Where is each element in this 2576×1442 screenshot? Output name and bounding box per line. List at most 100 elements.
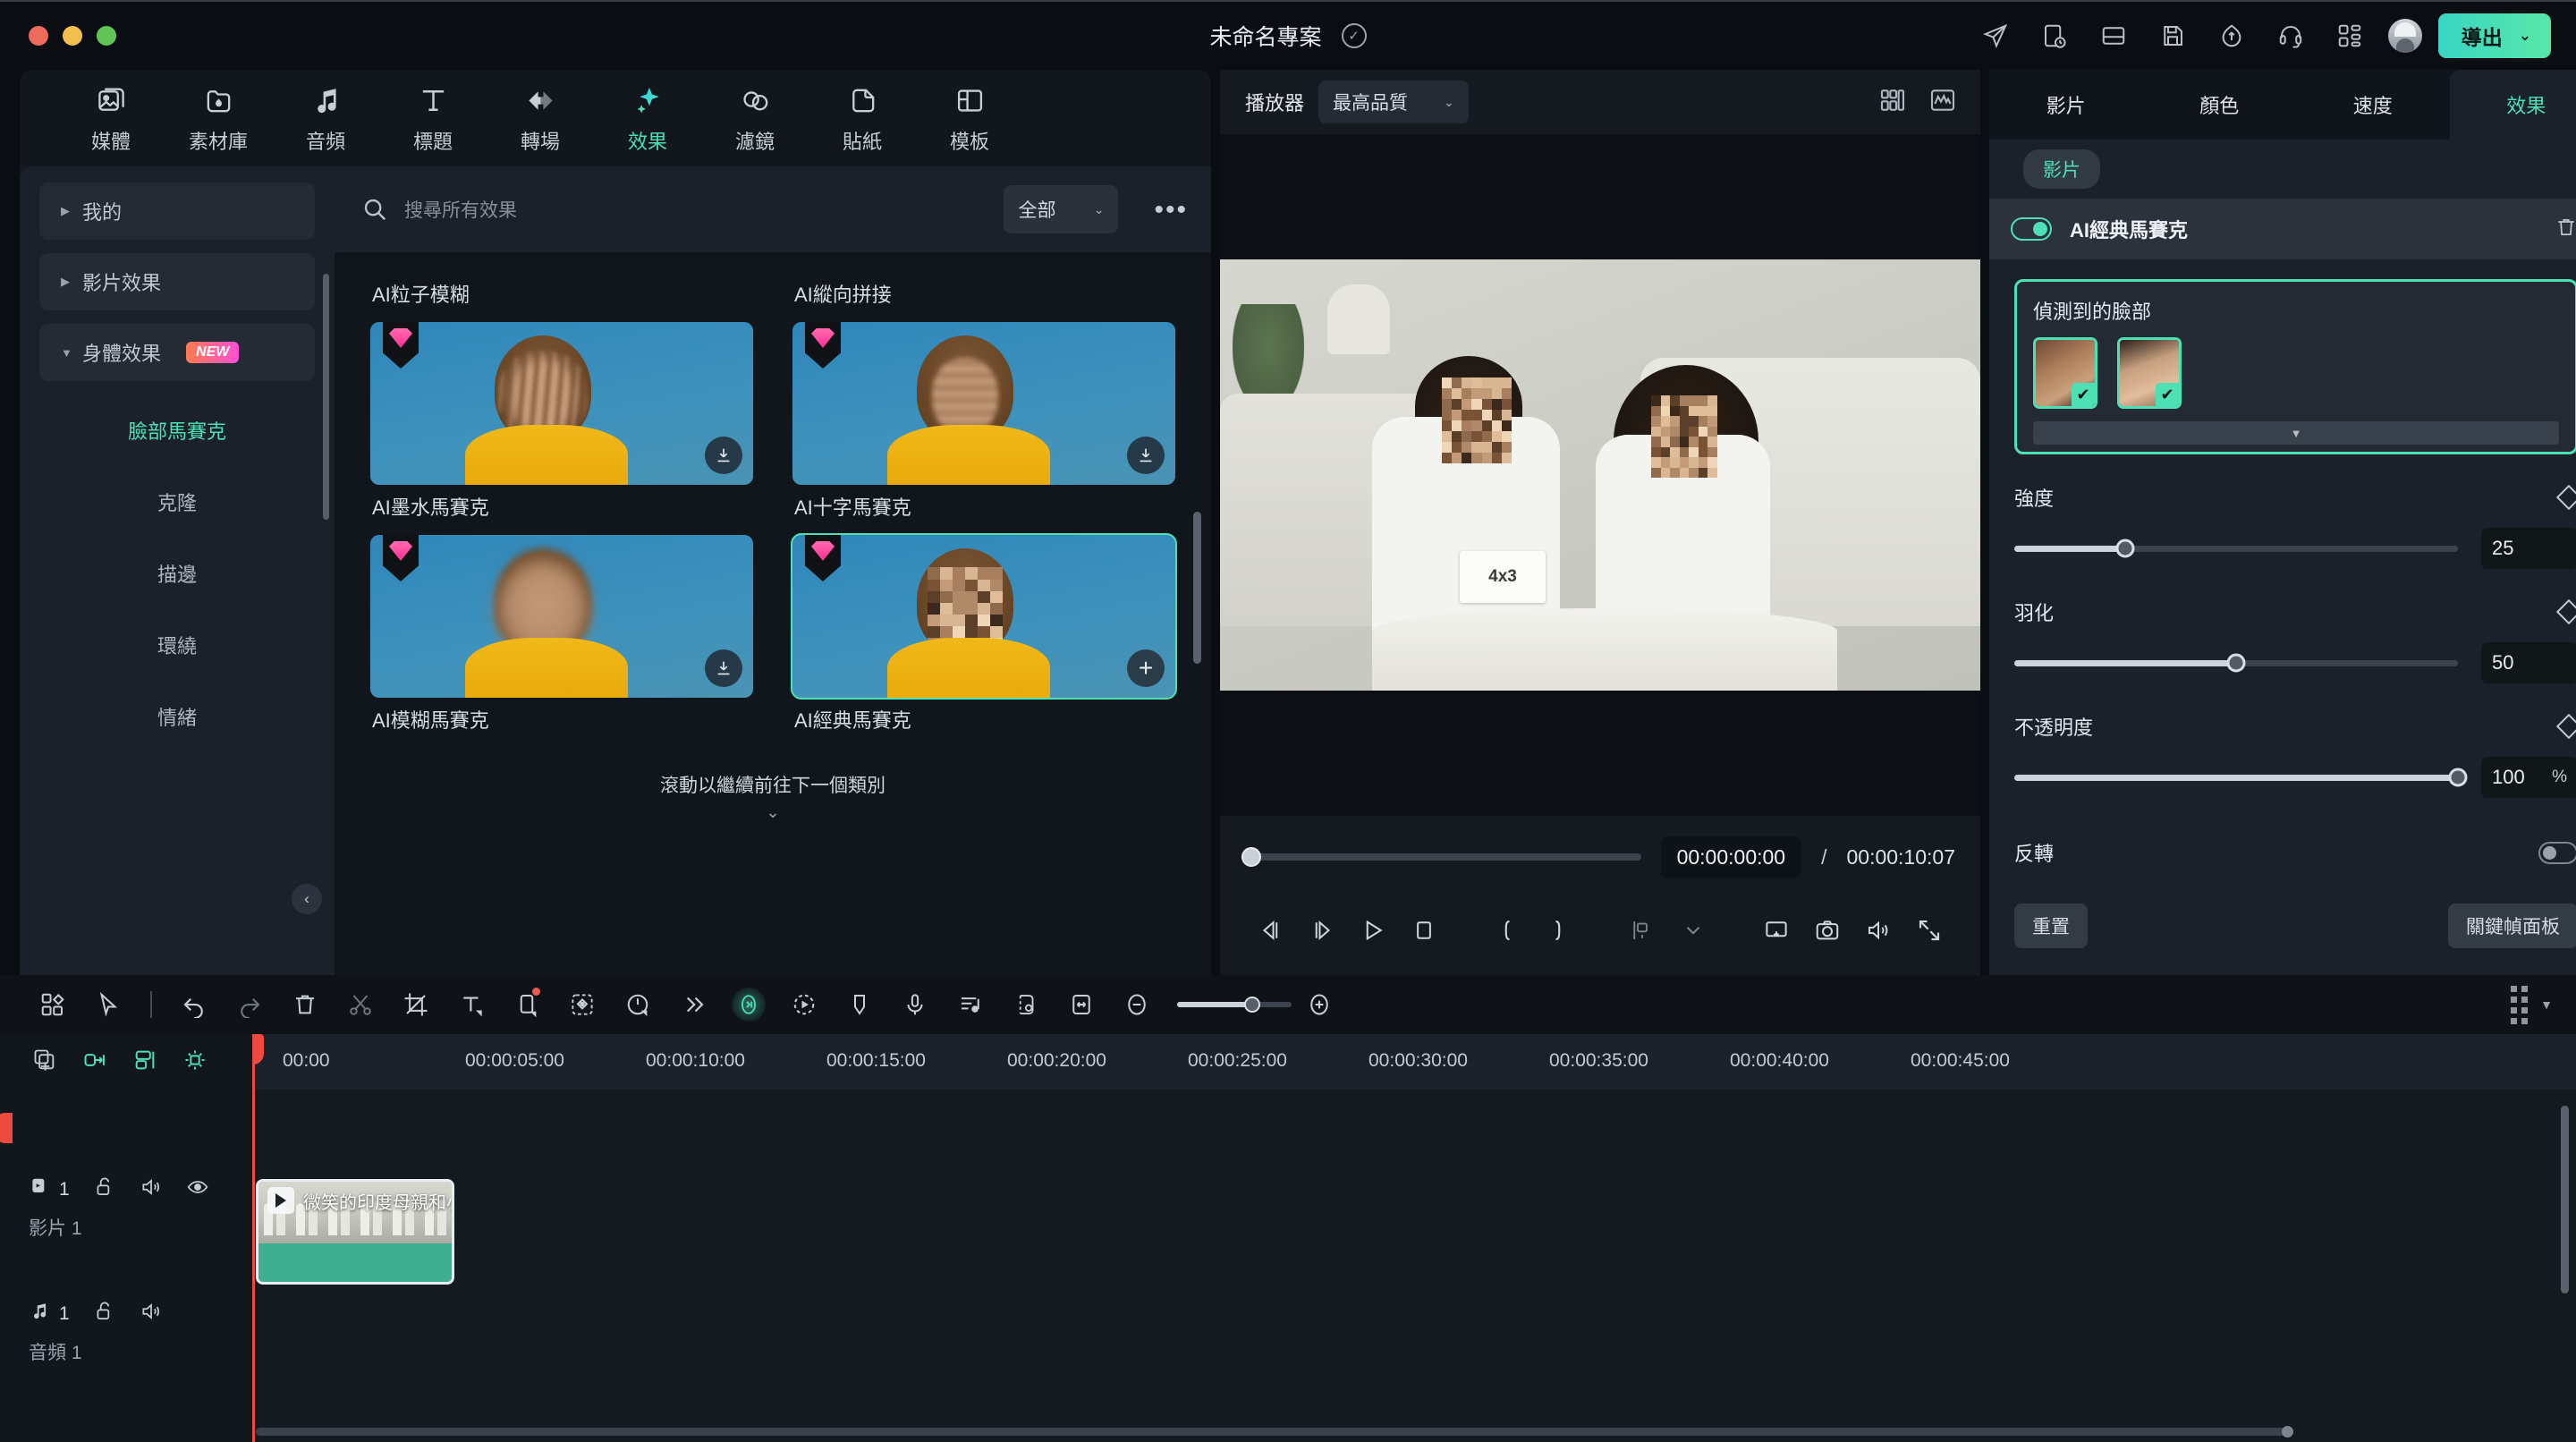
mark-out-icon[interactable] bbox=[1533, 903, 1584, 957]
param-value-input[interactable]: 50 bbox=[2481, 642, 2576, 683]
keyframe-icon[interactable] bbox=[182, 1048, 208, 1077]
category-group-video-effects[interactable]: ▶ 影片效果 bbox=[39, 253, 315, 310]
pop-out-icon[interactable] bbox=[1750, 903, 1801, 957]
text-icon[interactable] bbox=[444, 982, 499, 1027]
window-controls[interactable] bbox=[29, 26, 116, 46]
param-slider[interactable] bbox=[2014, 775, 2458, 781]
nav-tab-audio[interactable]: 音頻 bbox=[272, 82, 379, 155]
grid-view-icon[interactable] bbox=[1878, 86, 1907, 119]
camera-icon[interactable] bbox=[1802, 903, 1853, 957]
chevron-down-icon[interactable]: ▼ bbox=[2033, 421, 2559, 445]
download-effect-button[interactable] bbox=[705, 437, 742, 474]
ai-smart-icon[interactable] bbox=[721, 982, 776, 1027]
effect-card[interactable]: AI十字馬賽克 + bbox=[792, 485, 1175, 698]
scroll-track[interactable] bbox=[256, 1428, 2290, 1436]
tab-color[interactable]: 顏色 bbox=[2143, 70, 2297, 140]
nav-tab-media[interactable]: 媒體 bbox=[57, 82, 165, 155]
next-frame-icon[interactable] bbox=[1296, 903, 1347, 957]
category-group-mine[interactable]: ▶ 我的 bbox=[39, 182, 315, 240]
reset-button[interactable]: 重置 bbox=[2014, 903, 2088, 948]
face-selected-check-icon[interactable]: ✔ bbox=[2072, 383, 2095, 406]
chevron-left-icon[interactable]: ‹ bbox=[292, 884, 322, 914]
zoom-handle[interactable] bbox=[1244, 997, 1260, 1013]
mute-icon[interactable] bbox=[140, 1175, 163, 1203]
zoom-in-icon[interactable] bbox=[1292, 982, 1347, 1027]
effect-thumbnail[interactable] bbox=[370, 322, 753, 485]
nav-tab-sticker[interactable]: 貼紙 bbox=[809, 82, 916, 155]
search-input[interactable]: 搜尋所有效果 bbox=[404, 196, 987, 223]
stop-icon[interactable] bbox=[1399, 903, 1450, 957]
param-slider[interactable] bbox=[2014, 660, 2458, 666]
nav-tab-filter[interactable]: 濾鏡 bbox=[701, 82, 809, 155]
task-list-icon[interactable] bbox=[2025, 13, 2084, 59]
quality-select[interactable]: 最高品質 ⌄ bbox=[1318, 81, 1469, 123]
tab-video[interactable]: 影片 bbox=[1989, 70, 2143, 140]
effect-thumbnail[interactable] bbox=[792, 322, 1175, 485]
seek-slider[interactable] bbox=[1245, 853, 1641, 861]
redo-icon[interactable] bbox=[222, 982, 277, 1027]
param-value-input[interactable]: 25 bbox=[2481, 528, 2576, 569]
select-tool-icon[interactable] bbox=[80, 982, 136, 1027]
effect-thumbnail[interactable] bbox=[370, 535, 753, 698]
maximize-window-button[interactable] bbox=[97, 26, 116, 46]
avatar[interactable] bbox=[2388, 19, 2422, 53]
more-icon[interactable] bbox=[665, 982, 721, 1027]
split-icon[interactable] bbox=[333, 982, 388, 1027]
render-preview-icon[interactable] bbox=[998, 982, 1054, 1027]
effects-grid-scrollbar[interactable] bbox=[1193, 512, 1201, 664]
param-slider[interactable] bbox=[2014, 546, 2458, 552]
chevron-double-down-icon[interactable]: ⌄ bbox=[370, 803, 1175, 822]
trash-icon[interactable] bbox=[2555, 216, 2576, 243]
fit-timeline-icon[interactable] bbox=[1054, 982, 1109, 1027]
download-effect-button[interactable] bbox=[705, 649, 742, 687]
slider-handle[interactable] bbox=[2227, 654, 2246, 673]
diamond-keyframe-icon[interactable] bbox=[2556, 714, 2576, 739]
zoom-out-icon[interactable] bbox=[1109, 982, 1165, 1027]
mark-in-icon[interactable] bbox=[1482, 903, 1533, 957]
invert-toggle[interactable] bbox=[2538, 842, 2576, 864]
effect-card[interactable]: AI墨水馬賽克 bbox=[370, 485, 753, 698]
category-item-clone[interactable]: 克隆 bbox=[39, 466, 315, 538]
minimize-window-button[interactable] bbox=[63, 26, 82, 46]
timeline-zoom-slider[interactable] bbox=[1177, 1002, 1292, 1007]
effect-thumbnail[interactable]: + bbox=[792, 535, 1175, 698]
cloud-upload-icon[interactable] bbox=[2202, 13, 2261, 59]
effect-card[interactable]: AI模糊馬賽克 bbox=[370, 698, 753, 748]
prev-frame-icon[interactable] bbox=[1245, 903, 1296, 957]
unlock-icon[interactable] bbox=[93, 1175, 116, 1203]
chevron-down-icon[interactable]: ⌄ bbox=[2519, 27, 2546, 45]
timeline-ruler[interactable]: 00:00 00:00:05:00 00:00:10:00 00:00:15:0… bbox=[252, 1034, 2576, 1090]
category-item-surround[interactable]: 環繞 bbox=[39, 609, 315, 681]
tab-speed[interactable]: 速度 bbox=[2296, 70, 2450, 140]
undo-icon[interactable] bbox=[166, 982, 222, 1027]
playhead[interactable] bbox=[252, 1034, 255, 1442]
effect-card[interactable]: AI經典馬賽克 bbox=[792, 698, 1175, 748]
more-options-icon[interactable]: ••• bbox=[1154, 203, 1188, 216]
chevron-down-icon[interactable] bbox=[1667, 903, 1718, 957]
voiceover-icon[interactable] bbox=[887, 982, 943, 1027]
category-group-body-effects[interactable]: ▼ 身體效果 NEW bbox=[39, 324, 315, 381]
effect-card[interactable]: AI縱向拼接 bbox=[792, 272, 1175, 485]
play-icon[interactable] bbox=[1347, 903, 1398, 957]
zoom-track[interactable] bbox=[1177, 1002, 1292, 1007]
effect-enable-toggle[interactable] bbox=[2011, 217, 2052, 241]
delete-icon[interactable] bbox=[277, 982, 333, 1027]
category-scrollbar[interactable] bbox=[323, 274, 329, 520]
effect-card[interactable]: AI粒子模糊 bbox=[370, 272, 753, 485]
tab-effects[interactable]: 效果 bbox=[2450, 70, 2576, 140]
color-match-icon[interactable] bbox=[555, 982, 610, 1027]
add-media-icon[interactable] bbox=[25, 982, 80, 1027]
eye-icon[interactable] bbox=[186, 1175, 209, 1203]
save-icon[interactable] bbox=[2143, 13, 2202, 59]
face-thumbnail[interactable]: ✔ bbox=[2117, 337, 2182, 409]
snapshot-marker-icon[interactable] bbox=[1616, 903, 1667, 957]
effects-filter-select[interactable]: 全部 ⌄ bbox=[1004, 185, 1118, 233]
timeline-horizontal-scrollbar[interactable] bbox=[252, 1428, 2576, 1437]
waveform-scope-icon[interactable] bbox=[1928, 86, 1957, 119]
keyframe-panel-button[interactable]: 關鍵幀面板 bbox=[2448, 903, 2576, 948]
align-icon[interactable] bbox=[132, 1048, 157, 1077]
nav-tab-transition[interactable]: 轉場 bbox=[487, 82, 594, 155]
mask-icon[interactable] bbox=[499, 982, 555, 1027]
speed-icon[interactable] bbox=[610, 982, 665, 1027]
face-selected-check-icon[interactable]: ✔ bbox=[2156, 383, 2179, 406]
